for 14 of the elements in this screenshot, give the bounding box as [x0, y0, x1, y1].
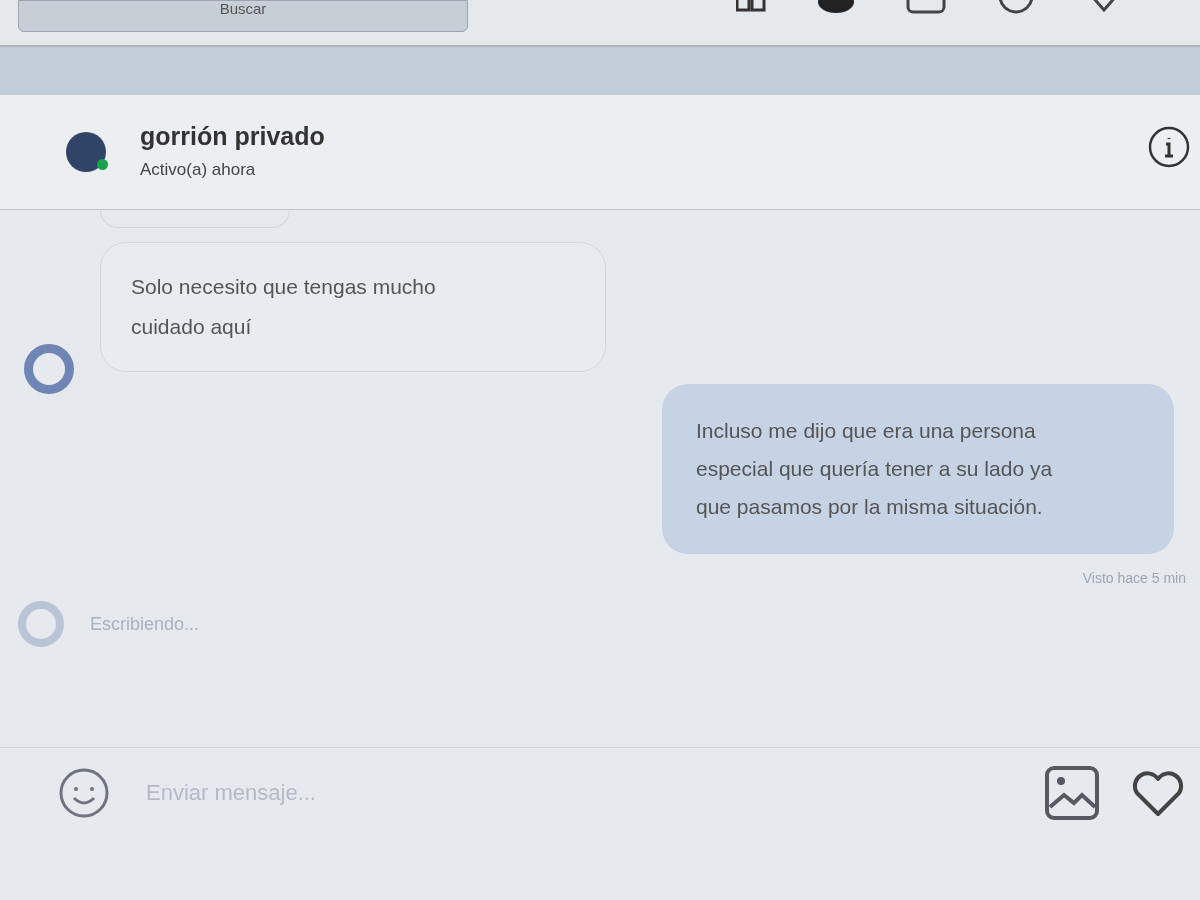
contact-name[interactable]: gorrión privado: [140, 121, 325, 152]
search-field[interactable]: Buscar: [18, 0, 468, 32]
grid-icon[interactable]: [736, 0, 766, 12]
info-icon[interactable]: [1146, 124, 1192, 170]
contact-status: Activo(a) ahora: [140, 159, 257, 182]
seen-status: Visto hace 5 min: [1082, 569, 1186, 588]
avatar: [18, 601, 64, 647]
emoji-icon[interactable]: [58, 766, 110, 819]
received-message: Solo necesito que tengas mucho cuidado aquí: [100, 242, 606, 372]
sent-message: Incluso me dijo que era una persona especial que quería tener a su lado ya que pasamos por la misma situación.: [662, 384, 1174, 554]
image-icon[interactable]: [1044, 764, 1100, 821]
avatar[interactable]: [66, 132, 106, 172]
avatar: [24, 344, 74, 394]
typing-indicator: Escribiendo...: [90, 612, 200, 636]
